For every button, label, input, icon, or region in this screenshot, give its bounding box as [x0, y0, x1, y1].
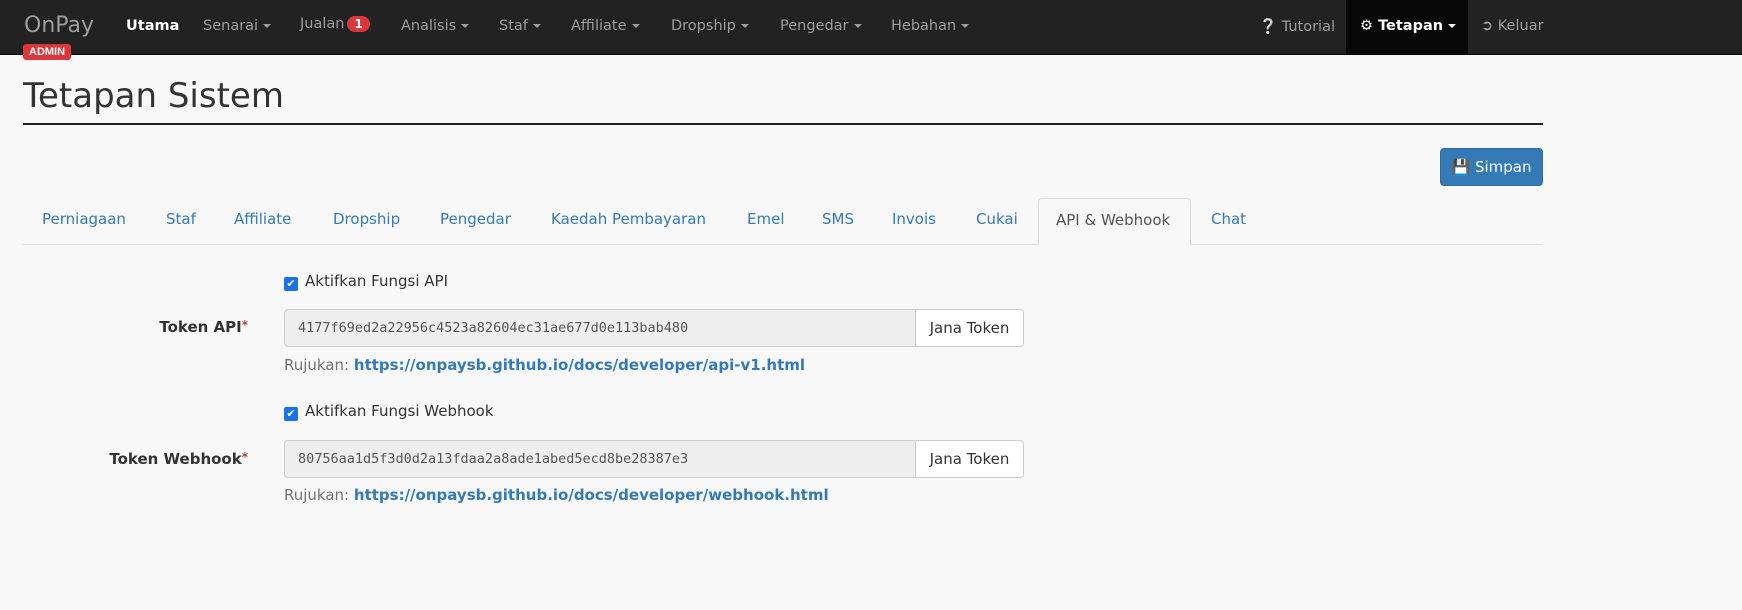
caret-down-icon: [532, 24, 541, 28]
caret-down-icon: [961, 24, 970, 28]
nav-tutorial[interactable]: ❔ Tutorial: [1259, 18, 1335, 35]
nav-label: Jualan: [300, 16, 345, 32]
caret-down-icon: [740, 24, 749, 28]
token-api-input[interactable]: 4177f69ed2a22956c4523a82604ec31ae677d0e1…: [284, 309, 916, 347]
gears-icon: ⚙: [1360, 18, 1373, 34]
tab-api-webhook[interactable]: API & Webhook: [1038, 198, 1191, 245]
save-button[interactable]: 💾 Simpan: [1440, 148, 1543, 186]
webhook-docs-link[interactable]: https://onpaysb.github.io/docs/developer…: [354, 486, 829, 504]
brand-logo[interactable]: OnPay: [24, 13, 94, 38]
required-marker: *: [241, 318, 248, 332]
nav-label: Utama: [126, 18, 180, 34]
floppy-disk-icon: 💾: [1451, 158, 1471, 176]
nav-label: Keluar: [1497, 18, 1544, 34]
admin-badge: ADMIN: [23, 44, 72, 60]
caret-down-icon: [853, 24, 862, 28]
tab-chat[interactable]: Chat: [1211, 210, 1246, 228]
save-label: Simpan: [1474, 158, 1532, 176]
tab-dropship[interactable]: Dropship: [333, 210, 400, 228]
tab-staf[interactable]: Staf: [166, 210, 196, 228]
checkmark-icon[interactable]: ✔: [284, 277, 298, 291]
nav-pengedar[interactable]: Pengedar: [780, 18, 862, 34]
webhook-reference: Rujukan: https://onpaysb.github.io/docs/…: [284, 486, 829, 504]
tab-emel[interactable]: Emel: [747, 210, 785, 228]
nav-keluar[interactable]: ➲ Keluar: [1481, 18, 1544, 34]
label-text: Token API: [159, 318, 242, 336]
nav-analisis[interactable]: Analisis: [401, 18, 470, 34]
caret-down-icon: [1448, 24, 1457, 28]
nav-label: Affiliate: [571, 18, 627, 34]
generate-api-token-button[interactable]: Jana Token: [915, 309, 1024, 347]
tab-invois[interactable]: Invois: [892, 210, 936, 228]
nav-label: Tutorial: [1281, 19, 1335, 35]
caret-down-icon: [631, 24, 640, 28]
nav-label: Dropship: [671, 18, 736, 34]
nav-label: Tetapan: [1378, 18, 1444, 34]
enable-webhook-checkbox[interactable]: ✔ Aktifkan Fungsi Webhook: [284, 402, 494, 421]
nav-label: Analisis: [401, 18, 457, 34]
checkmark-icon[interactable]: ✔: [284, 407, 298, 421]
checkbox-label: Aktifkan Fungsi Webhook: [305, 402, 494, 420]
top-navbar: OnPay ADMIN Utama Senarai Jualan 1 Analis…: [0, 0, 1742, 60]
label-text: Token Webhook: [109, 450, 242, 468]
nav-label: Pengedar: [780, 18, 849, 34]
page-title: Tetapan Sistem: [23, 76, 284, 116]
tab-bar-border: [23, 244, 1543, 245]
token-webhook-input[interactable]: 80756aa1d5f3d0d2a13fdaa2a8ade1abed5ecd8b…: [284, 440, 916, 478]
token-api-label: Token API*: [18, 318, 248, 336]
logout-icon: ➲: [1481, 18, 1494, 34]
caret-down-icon: [263, 24, 272, 28]
nav-label: Hebahan: [891, 18, 957, 34]
nav-jualan[interactable]: Jualan 1: [300, 16, 370, 32]
tab-perniagaan[interactable]: Perniagaan: [42, 210, 126, 228]
nav-staf[interactable]: Staf: [499, 18, 541, 34]
ref-label: Rujukan:: [284, 486, 350, 504]
nav-tetapan-label[interactable]: ⚙ Tetapan: [1360, 18, 1457, 34]
nav-utama[interactable]: Utama: [126, 18, 179, 34]
nav-label: Staf: [499, 18, 528, 34]
tab-sms[interactable]: SMS: [822, 210, 854, 228]
title-divider: [23, 123, 1543, 125]
enable-api-checkbox[interactable]: ✔ Aktifkan Fungsi API: [284, 272, 448, 291]
caret-down-icon: [461, 24, 470, 28]
nav-affiliate[interactable]: Affiliate: [571, 18, 640, 34]
api-docs-link[interactable]: https://onpaysb.github.io/docs/developer…: [354, 356, 805, 374]
tab-affiliate[interactable]: Affiliate: [234, 210, 291, 228]
tab-pengedar[interactable]: Pengedar: [440, 210, 511, 228]
nav-senarai[interactable]: Senarai: [203, 18, 272, 34]
tab-kaedah-pembayaran[interactable]: Kaedah Pembayaran: [551, 210, 706, 228]
required-marker: *: [241, 450, 248, 464]
nav-dropship[interactable]: Dropship: [671, 18, 749, 34]
question-circle-icon: ❔: [1259, 19, 1278, 35]
tab-cukai[interactable]: Cukai: [976, 210, 1018, 228]
token-webhook-label: Token Webhook*: [18, 450, 248, 468]
api-reference: Rujukan: https://onpaysb.github.io/docs/…: [284, 356, 805, 374]
generate-webhook-token-button[interactable]: Jana Token: [915, 440, 1024, 478]
checkbox-label: Aktifkan Fungsi API: [305, 272, 448, 290]
nav-label: Senarai: [203, 18, 259, 34]
ref-label: Rujukan:: [284, 356, 350, 374]
nav-hebahan[interactable]: Hebahan: [891, 18, 970, 34]
count-badge: 1: [347, 16, 370, 32]
